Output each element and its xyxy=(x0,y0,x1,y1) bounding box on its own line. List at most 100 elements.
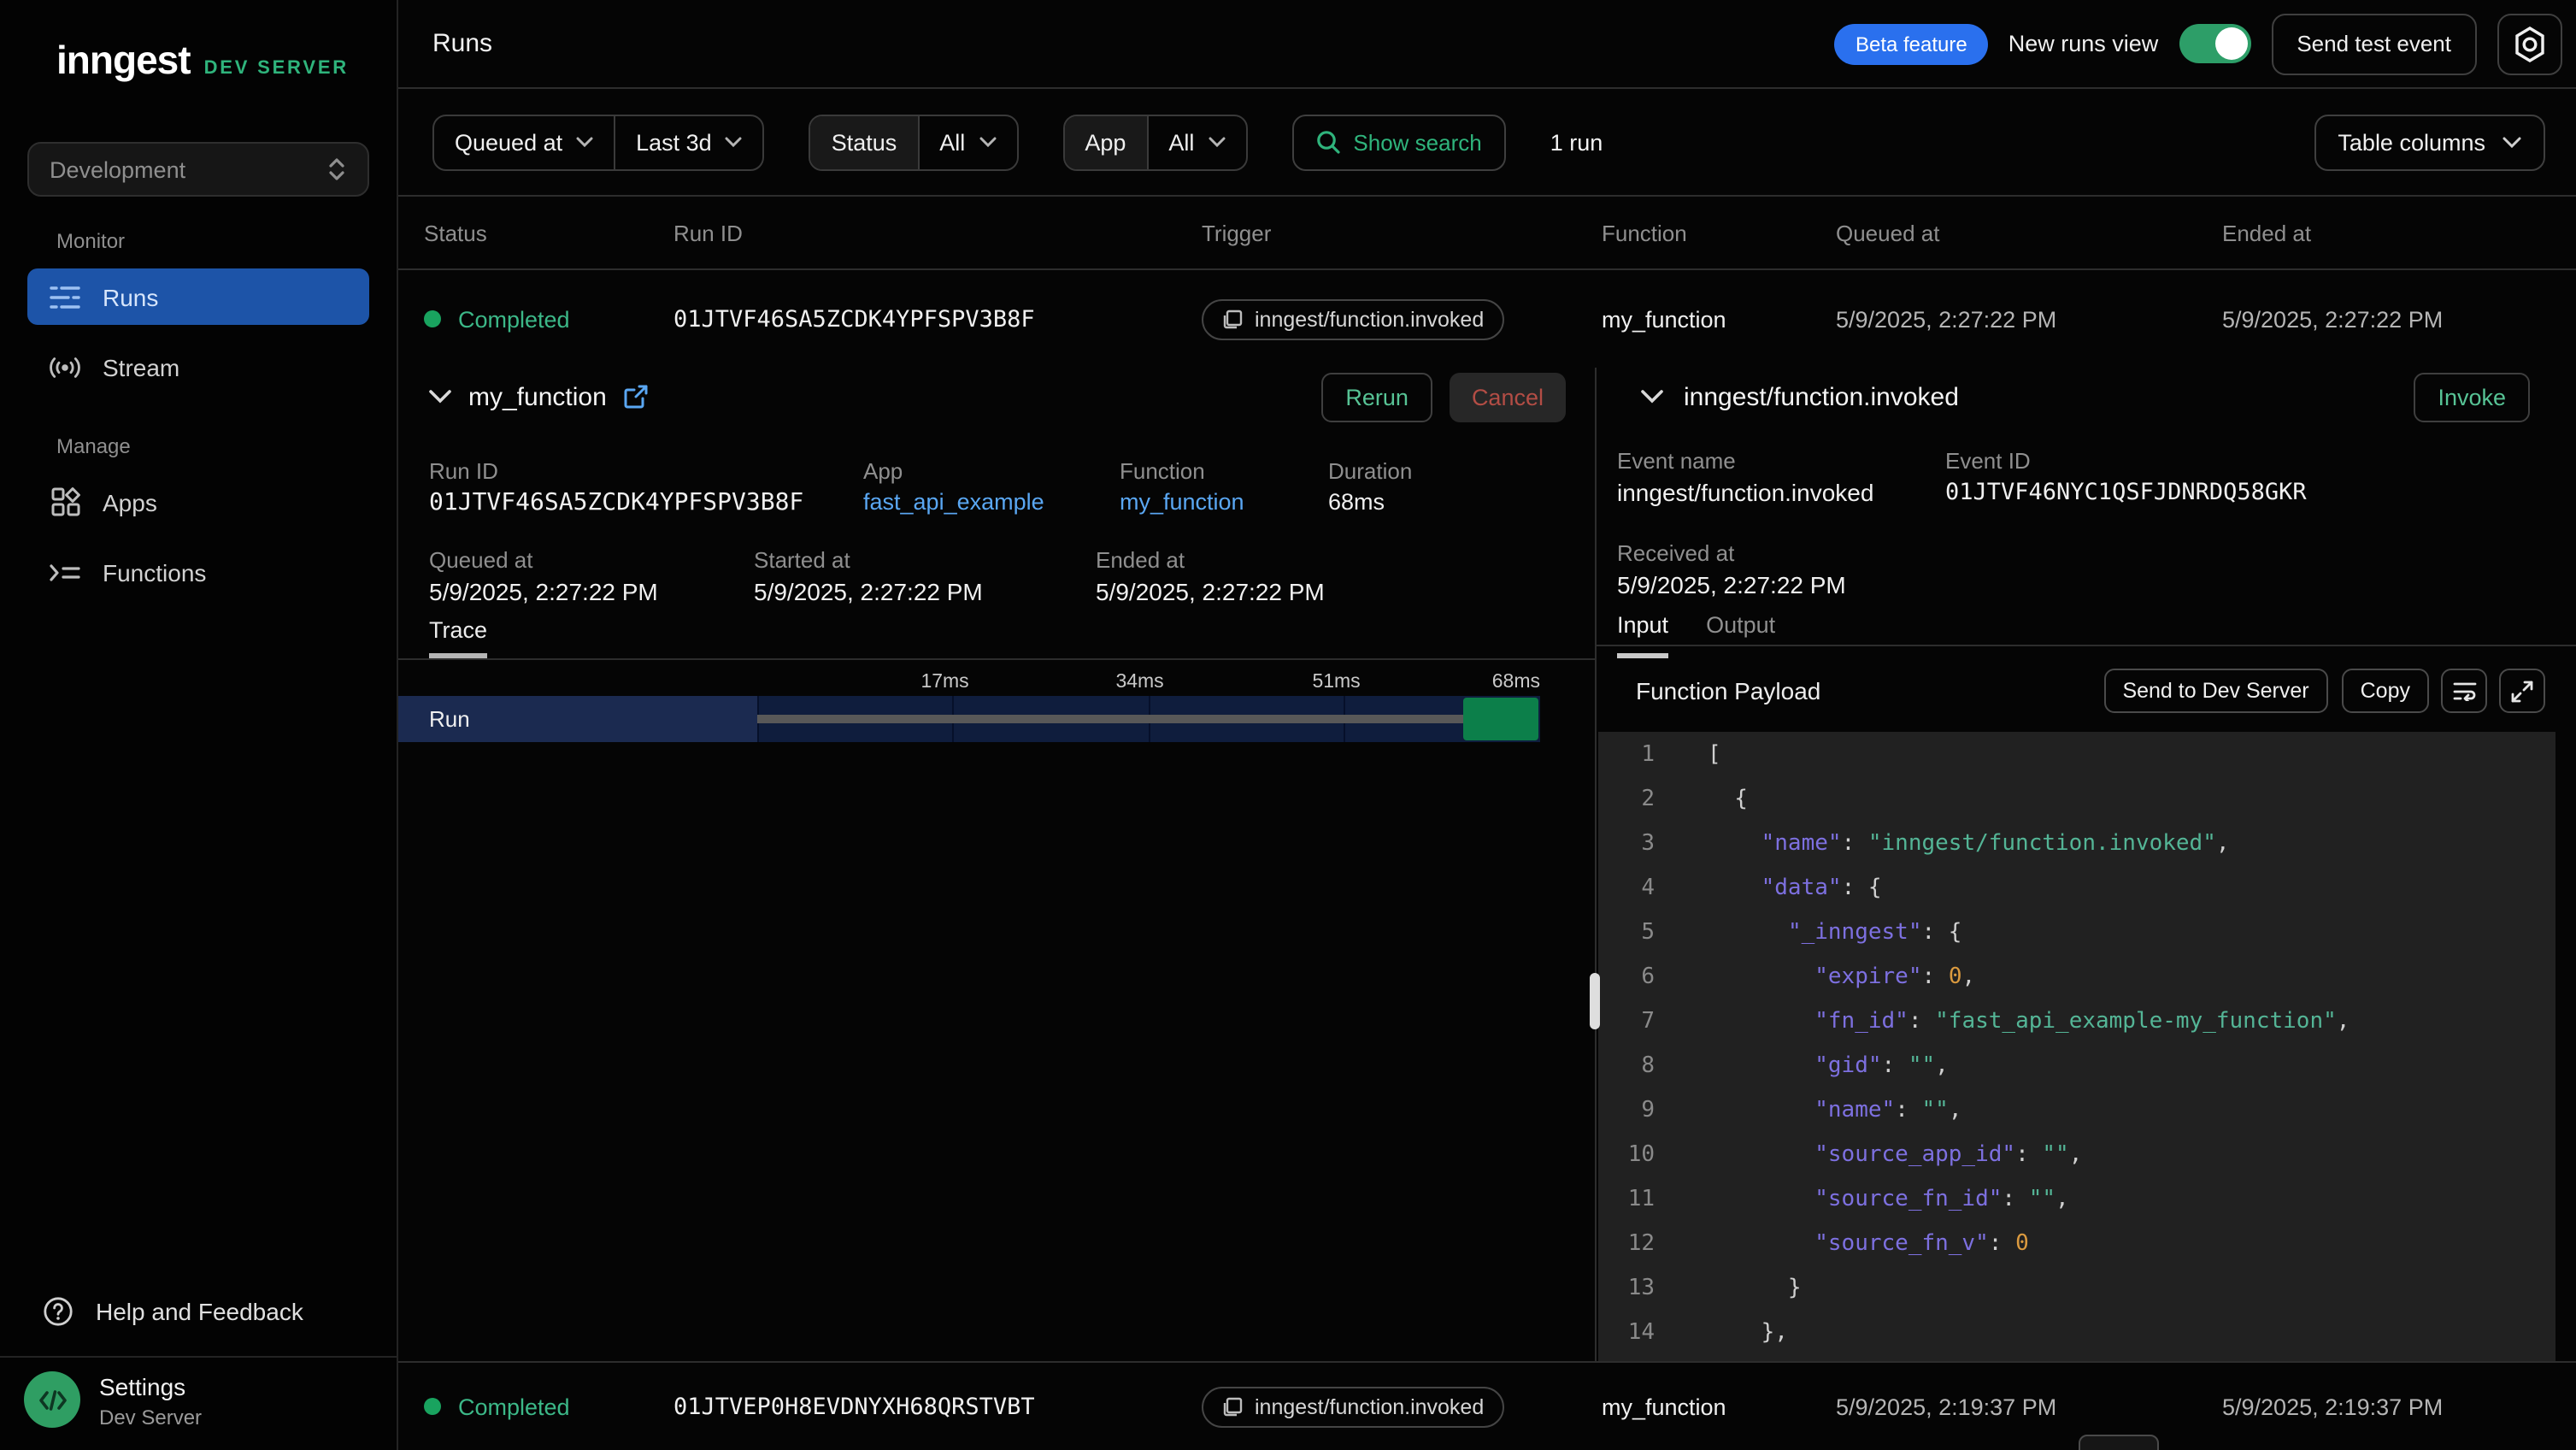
event-id-value: 01JTVF46NYC1QSFJDNRDQ58GKR xyxy=(1945,479,2307,506)
runs-icon xyxy=(50,281,80,312)
expand-icon xyxy=(2511,680,2533,702)
cancel-button[interactable]: Cancel xyxy=(1450,372,1566,421)
help-and-feedback[interactable]: Help and Feedback xyxy=(27,1282,369,1339)
queued-at-filter[interactable]: Queued at xyxy=(434,115,614,168)
status-filter-label: Status xyxy=(811,115,918,168)
trigger-name: inngest/function.invoked xyxy=(1255,307,1484,331)
table-header: StatusRun IDTriggerFunctionQueued atEnde… xyxy=(398,197,2576,270)
function-cell: my_function xyxy=(1602,1394,1726,1419)
help-icon xyxy=(43,1295,74,1326)
expand-button[interactable] xyxy=(2499,669,2545,713)
event-title: inngest/function.invoked xyxy=(1684,382,1959,411)
ended-at-cell: 5/9/2025, 2:27:22 PM xyxy=(2222,306,2443,332)
function-label: Function xyxy=(1120,458,1205,484)
page-title: Runs xyxy=(432,29,492,58)
io-tabs: Input Output xyxy=(1617,612,1775,658)
sidebar-item-runs[interactable]: Runs xyxy=(27,268,369,325)
chevron-up-down-icon xyxy=(326,156,347,183)
code-line: 2 { xyxy=(1598,778,2555,822)
line-number: 8 xyxy=(1598,1045,1655,1089)
payload-code-editor[interactable]: 1[2 {3 "name": "inngest/function.invoked… xyxy=(1598,732,2555,1361)
column-header: Function xyxy=(1602,221,1687,246)
environment-select[interactable]: Development xyxy=(27,142,369,197)
tab-output[interactable]: Output xyxy=(1706,612,1775,658)
sidebar-item-functions[interactable]: Functions xyxy=(27,544,369,600)
settings-gear-button[interactable] xyxy=(2497,13,2562,74)
trace-run-label: Run xyxy=(398,696,757,742)
duration-value: 68ms xyxy=(1328,489,1385,515)
logo-wordmark: inngest xyxy=(56,38,191,84)
table-row[interactable]: Completed01JTVF46SA5ZCDK4YPFSPV3B8Finnge… xyxy=(398,270,2576,368)
line-number: 10 xyxy=(1598,1134,1655,1178)
sidebar-item-label: Functions xyxy=(103,558,206,586)
collapse-chevron-icon[interactable] xyxy=(429,390,451,404)
app-filter-value[interactable]: All xyxy=(1146,115,1245,168)
settings-label: Settings xyxy=(99,1373,202,1400)
started-at-value: 5/9/2025, 2:27:22 PM xyxy=(754,578,983,605)
settings-entry[interactable]: Settings Dev Server xyxy=(24,1371,374,1429)
tab-trace[interactable]: Trace xyxy=(429,617,487,658)
payload-title: Function Payload xyxy=(1636,677,1820,704)
trace-run-row[interactable]: Run xyxy=(398,696,1540,742)
run-detail-panel: my_function Rerun Cancel Run ID 01JTVF46… xyxy=(398,368,1597,1361)
trigger-pill[interactable]: inngest/function.invoked xyxy=(1202,298,1504,339)
collapse-chevron-icon[interactable] xyxy=(1641,390,1663,404)
sidebar: inngest DEV SERVER Development Monitor R xyxy=(0,0,398,1450)
function-link[interactable]: my_function xyxy=(1120,489,1244,515)
column-header: Status xyxy=(424,221,487,246)
code-line: 3 "name": "inngest/function.invoked", xyxy=(1598,822,2555,867)
app-label: App xyxy=(863,458,903,484)
show-search-button[interactable]: Show search xyxy=(1291,114,1505,170)
code-line: 8 "gid": "", xyxy=(1598,1045,2555,1089)
table-columns-button[interactable]: Table columns xyxy=(2314,114,2545,170)
apps-icon xyxy=(50,486,80,517)
panel-scrollbar-handle[interactable] xyxy=(1590,973,1600,1029)
function-cell: my_function xyxy=(1602,306,1726,332)
app-filter-group: App All xyxy=(1062,114,1247,170)
copy-button[interactable]: Copy xyxy=(2342,669,2429,713)
external-link-icon[interactable] xyxy=(624,385,648,409)
started-at-label: Started at xyxy=(754,547,850,573)
line-number: 14 xyxy=(1598,1311,1655,1356)
invoke-button[interactable]: Invoke xyxy=(2414,372,2530,421)
status-cell: Completed xyxy=(424,306,570,332)
status-dot-icon xyxy=(424,310,441,327)
status-cell: Completed xyxy=(424,1394,570,1419)
status-filter-value[interactable]: All xyxy=(917,115,1016,168)
line-number: 7 xyxy=(1598,1000,1655,1045)
tab-input[interactable]: Input xyxy=(1617,612,1668,658)
event-name-label: Event name xyxy=(1617,448,1736,474)
payload-header: Function Payload Send to Dev Server Copy xyxy=(1636,669,2545,713)
help-label: Help and Feedback xyxy=(96,1297,303,1324)
event-id-label: Event ID xyxy=(1945,448,2031,474)
word-wrap-button[interactable] xyxy=(2441,669,2487,713)
app-link[interactable]: fast_api_example xyxy=(863,489,1044,515)
time-range-filter[interactable]: Last 3d xyxy=(614,115,763,168)
queued-at-cell: 5/9/2025, 2:19:37 PM xyxy=(1836,1394,2056,1419)
trace-span-line xyxy=(757,715,1467,723)
trace-tick-label: 51ms xyxy=(1312,672,1360,693)
trace-execution-block[interactable] xyxy=(1463,698,1538,740)
queued-at-label: Queued at xyxy=(429,547,532,573)
event-icon xyxy=(1222,1396,1243,1417)
event-detail-panel: inngest/function.invoked Invoke Event na… xyxy=(1597,368,2576,1361)
status-dot-icon xyxy=(424,1398,441,1415)
trigger-name: inngest/function.invoked xyxy=(1255,1394,1484,1418)
sidebar-item-stream[interactable]: Stream xyxy=(27,339,369,395)
line-number: 1 xyxy=(1598,734,1655,778)
ended-at-label: Ended at xyxy=(1096,547,1185,573)
line-number: 9 xyxy=(1598,1089,1655,1134)
run-id-label: Run ID xyxy=(429,458,498,484)
table-row[interactable]: Completed01JTVEP0H8EVDNYXH68QRSTVBTinnge… xyxy=(398,1361,2576,1450)
inngest-dev-server-app: inngest DEV SERVER Development Monitor R xyxy=(0,0,2576,1450)
column-header: Ended at xyxy=(2222,221,2311,246)
column-header: Trigger xyxy=(1202,221,1271,246)
send-to-dev-server-button[interactable]: Send to Dev Server xyxy=(2103,669,2327,713)
send-test-event-button[interactable]: Send test event xyxy=(2271,13,2477,74)
sidebar-item-apps[interactable]: Apps xyxy=(27,474,369,530)
trigger-pill[interactable]: inngest/function.invoked xyxy=(1202,1386,1504,1427)
status-text: Completed xyxy=(458,306,570,332)
new-runs-view-toggle[interactable] xyxy=(2179,24,2250,63)
rerun-button[interactable]: Rerun xyxy=(1321,372,1432,421)
search-icon xyxy=(1315,130,1339,154)
